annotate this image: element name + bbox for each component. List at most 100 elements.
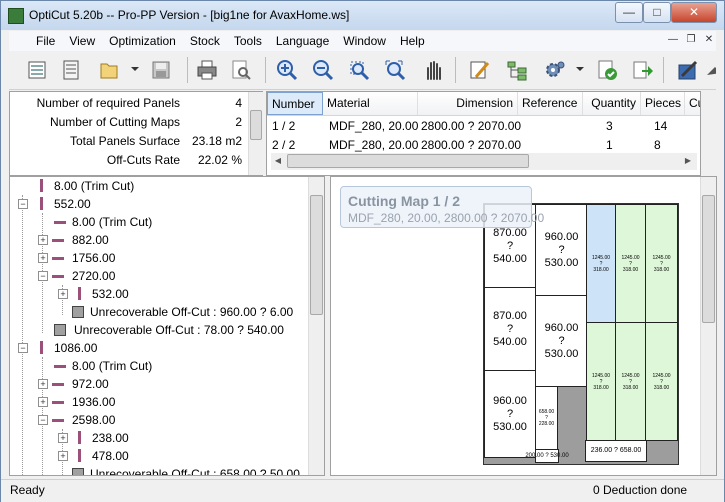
stats-scrollbar[interactable]: [248, 92, 263, 175]
print-icon[interactable]: [193, 56, 221, 84]
tree-node[interactable]: − 1086.00: [18, 339, 97, 357]
tree-node[interactable]: − 552.00: [18, 195, 91, 213]
edit-icon[interactable]: [465, 56, 493, 84]
tree-node[interactable]: + 882.00: [38, 231, 109, 249]
table-horizontal-scrollbar[interactable]: ◀ ▶: [271, 153, 697, 170]
tree-scrollbar[interactable]: [308, 177, 324, 475]
tree-node[interactable]: Unrecoverable Off-Cut : 960.00 ? 6.00: [72, 303, 293, 321]
print-preview-icon[interactable]: [227, 56, 255, 84]
expand-icon[interactable]: +: [58, 289, 68, 299]
column-header-dimension[interactable]: Dimension: [418, 92, 518, 115]
close-button[interactable]: ✕: [671, 2, 717, 23]
stat-required-panels: Number of required Panels 4: [10, 94, 250, 113]
menu-window[interactable]: Window: [336, 31, 393, 51]
maximize-button[interactable]: □: [643, 2, 671, 23]
status-text: Ready: [10, 483, 45, 497]
minimize-button[interactable]: —: [615, 2, 643, 23]
expand-icon[interactable]: +: [38, 253, 48, 263]
piece-label: 960.00 ? 530.00: [544, 321, 579, 360]
zoom-fit-icon[interactable]: [381, 56, 409, 84]
zoom-select-icon[interactable]: [345, 56, 373, 84]
mdi-minimize-button[interactable]: —: [665, 33, 681, 47]
expand-icon[interactable]: +: [58, 433, 68, 443]
settings-dropdown-arrow[interactable]: [576, 67, 584, 71]
panel-piece[interactable]: 870.00 ? 540.00: [484, 287, 536, 371]
tree-node[interactable]: 8.00 (Trim Cut): [36, 177, 134, 195]
pan-hand-icon[interactable]: [419, 56, 447, 84]
panel-piece[interactable]: 960.00 ? 530.00: [535, 295, 588, 387]
expand-icon[interactable]: +: [58, 451, 68, 461]
validate-icon[interactable]: [593, 56, 621, 84]
scroll-right-icon[interactable]: ▶: [681, 156, 695, 165]
collapse-icon[interactable]: −: [18, 343, 28, 353]
menu-language[interactable]: Language: [269, 31, 336, 51]
collapse-icon[interactable]: −: [38, 271, 48, 281]
tree-icon[interactable]: [503, 56, 531, 84]
column-header-material[interactable]: Material: [323, 92, 418, 115]
zoom-out-icon[interactable]: [309, 56, 337, 84]
collapse-icon[interactable]: −: [38, 415, 48, 425]
menu-optimization[interactable]: Optimization: [102, 31, 183, 51]
panel-piece[interactable]: 236.00 ? 658.00: [585, 440, 647, 462]
menu-file[interactable]: File: [29, 31, 62, 51]
list-icon[interactable]: [57, 56, 85, 84]
menu-stock[interactable]: Stock: [183, 31, 227, 51]
expand-icon[interactable]: +: [38, 235, 48, 245]
tree-node[interactable]: 8.00 (Trim Cut): [54, 357, 152, 375]
offcut-icon: [72, 468, 84, 475]
zoom-in-icon[interactable]: [273, 56, 301, 84]
scroll-thumb[interactable]: [287, 154, 529, 168]
scroll-thumb[interactable]: [702, 195, 715, 323]
table-row[interactable]: 1 / 2 MDF_280, 20.00 2800.00 ? 2070.00 3…: [267, 117, 700, 136]
tree-node[interactable]: + 478.00: [58, 447, 129, 465]
menu-help[interactable]: Help: [393, 31, 432, 51]
stat-value: 22.02 %: [197, 153, 242, 167]
export-icon[interactable]: [629, 56, 657, 84]
new-document-icon[interactable]: [23, 56, 51, 84]
notes-icon[interactable]: [673, 56, 701, 84]
panel-piece[interactable]: 1245.00 ? 318.00: [586, 204, 616, 323]
expand-icon[interactable]: +: [38, 379, 48, 389]
column-header-number[interactable]: Number: [267, 92, 323, 115]
tree-node[interactable]: + 238.00: [58, 429, 129, 447]
column-header-reference[interactable]: Reference: [518, 92, 583, 115]
map-scrollbar[interactable]: [700, 177, 716, 475]
column-header-pieces[interactable]: Pieces: [641, 92, 685, 115]
stat-panels-surface: Total Panels Surface 23.18 m2: [10, 132, 250, 151]
open-folder-icon[interactable]: [95, 56, 123, 84]
scroll-thumb[interactable]: [310, 195, 323, 315]
tree-node[interactable]: + 1756.00: [38, 249, 115, 267]
tree-node[interactable]: + 532.00: [58, 285, 129, 303]
settings-gears-icon[interactable]: [541, 56, 569, 84]
tree-node[interactable]: − 2598.00: [38, 411, 115, 429]
panel-piece[interactable]: 1245.00 ? 318.00: [615, 322, 646, 441]
tree-node[interactable]: Unrecoverable Off-Cut : 658.00 ? 50.00: [72, 465, 300, 475]
menu-tools[interactable]: Tools: [227, 31, 269, 51]
scroll-thumb[interactable]: [250, 110, 262, 140]
save-icon[interactable]: [147, 56, 175, 84]
more-icon[interactable]: [703, 56, 716, 84]
tree-node[interactable]: + 1936.00: [38, 393, 115, 411]
mdi-restore-button[interactable]: ❐: [683, 33, 699, 47]
panel-piece[interactable]: 200.00 ? 530.00: [525, 449, 569, 463]
mdi-close-button[interactable]: ✕: [701, 33, 717, 47]
expand-icon[interactable]: +: [38, 397, 48, 407]
tree-node[interactable]: − 2720.00: [38, 267, 115, 285]
tree-node[interactable]: 8.00 (Trim Cut): [54, 213, 152, 231]
cut-bar: [52, 257, 64, 260]
panel-piece[interactable]: 960.00 ? 530.00: [484, 370, 536, 458]
menu-view[interactable]: View: [62, 31, 102, 51]
column-header-cu[interactable]: Cu: [685, 92, 700, 115]
panel-piece[interactable]: 1245.00 ? 318.00: [645, 204, 678, 323]
panel-piece[interactable]: 658.00 ? 228.00: [535, 386, 558, 450]
panel-piece[interactable]: 1245.00 ? 318.00: [586, 322, 616, 441]
collapse-icon[interactable]: −: [18, 199, 28, 209]
scroll-left-icon[interactable]: ◀: [271, 156, 285, 165]
panel-piece[interactable]: 1245.00 ? 318.00: [615, 204, 646, 323]
open-dropdown-arrow[interactable]: [131, 67, 139, 71]
panel-piece[interactable]: 1245.00 ? 318.00: [645, 322, 678, 441]
tree-node[interactable]: + 972.00: [38, 375, 109, 393]
cutting-map-view[interactable]: 870.00 ? 540.00 960.00 ? 530.00 870.00 ?…: [330, 176, 717, 476]
column-header-quantity[interactable]: Quantity: [583, 92, 641, 115]
tree-node[interactable]: Unrecoverable Off-Cut : 78.00 ? 540.00: [54, 321, 284, 339]
